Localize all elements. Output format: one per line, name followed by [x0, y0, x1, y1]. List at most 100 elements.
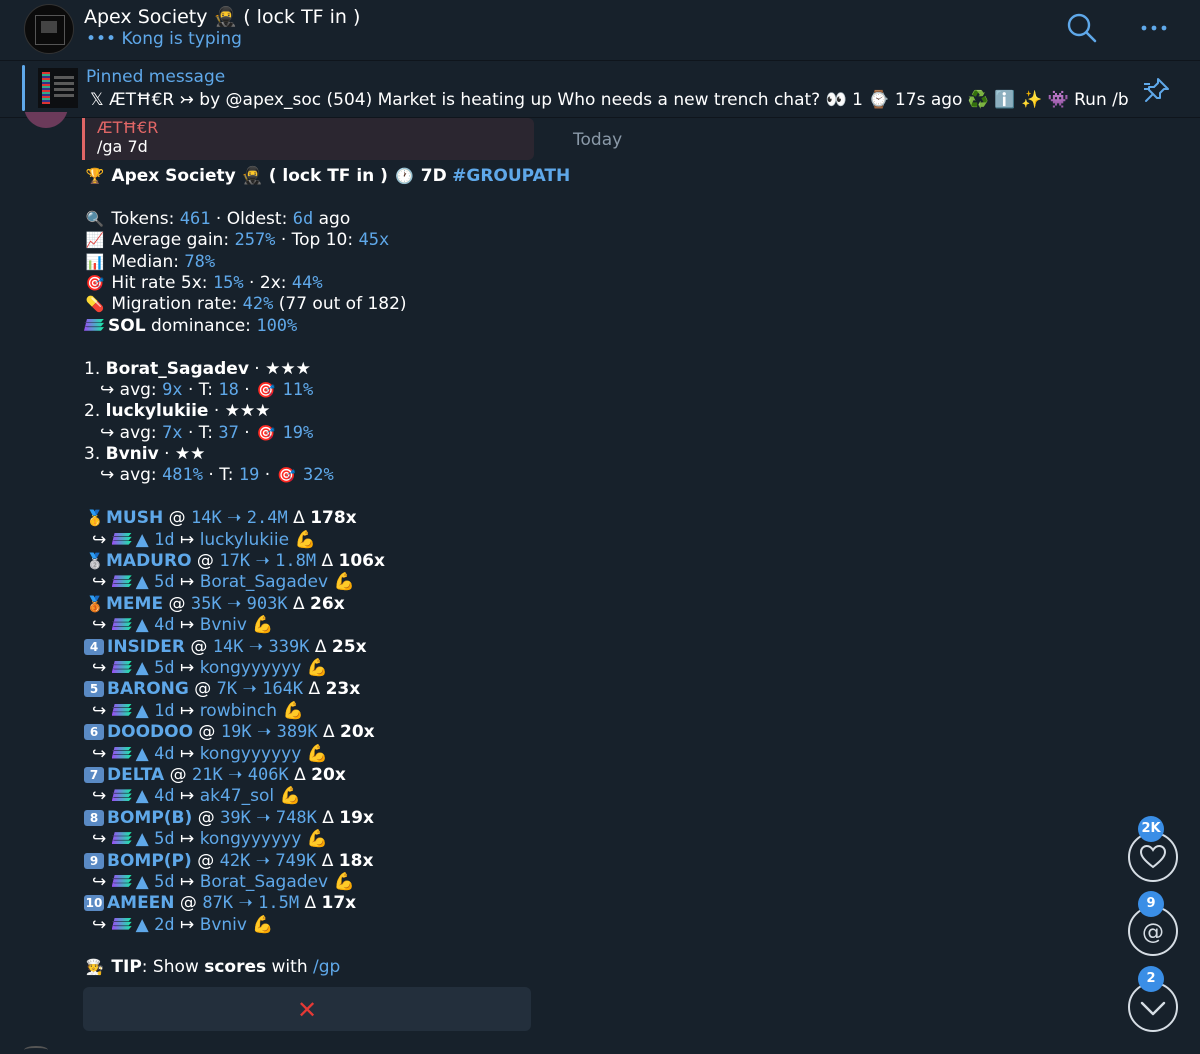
target-icon: 🎯 — [277, 466, 296, 485]
typing-status: ••• Kong is typing — [86, 29, 242, 49]
token-row: 🥇MUSH @ 14K ➝ 2.4M Δ 178x — [85, 508, 357, 529]
stat-hit-rate: 🎯 Hit rate 5x: 15% · 2x: 44% — [85, 272, 323, 293]
token-link[interactable]: DELTA — [107, 765, 164, 785]
caller-link[interactable]: Bvniv — [200, 915, 247, 935]
token-link[interactable]: BOMP(B) — [107, 808, 192, 828]
caller-link[interactable]: kongyyyyyy — [200, 829, 302, 849]
chart-up-icon: 📈 — [85, 231, 105, 250]
solana-icon — [111, 618, 132, 631]
token-link[interactable]: BARONG — [107, 679, 189, 699]
flexed-bicep-icon: 💪 — [294, 529, 316, 550]
next-avatar — [24, 1046, 48, 1054]
pinned-thumbnail — [38, 68, 78, 108]
token-detail: ↪ ▲ 5d ↦ kongyyyyyy 💪 — [92, 829, 328, 850]
star-rating: ★★ — [174, 444, 206, 465]
close-inline-button[interactable]: ✕ — [83, 987, 531, 1031]
chat-title[interactable]: Apex Society 🥷 ( lock TF in ) — [84, 5, 360, 28]
caller-ranking: 1. Borat_Sagadev · ★★★ ↪ avg: 9x · T: 18 … — [84, 359, 554, 487]
rank-keycap-icon: 7 — [84, 766, 104, 783]
chef-icon: 🧑‍🍳 — [85, 958, 105, 977]
flexed-bicep-icon: 💪 — [252, 615, 274, 636]
token-link[interactable]: MADURO — [106, 551, 192, 571]
flexed-bicep-icon: 💪 — [279, 786, 301, 807]
solana-icon — [111, 874, 132, 887]
date-separator: Today — [573, 130, 623, 150]
pinned-text: 𝕏 ÆTĦ€R ↣ by @apex_soc (504) Market is h… — [90, 90, 1129, 110]
caller-link[interactable]: Borat_Sagadev — [200, 872, 328, 892]
reactions-badge: 2K — [1138, 816, 1164, 842]
token-detail: ↪ ▲ 4d ↦ kongyyyyyy 💪 — [92, 743, 328, 764]
rank-keycap-icon: 9 — [84, 852, 104, 869]
rank-keycap-icon: 10 — [84, 895, 104, 912]
caller-link[interactable]: rowbinch — [200, 701, 277, 721]
token-row: 9 BOMP(P) @ 42K ➝ 749K Δ 18x — [84, 851, 554, 872]
stat-sol-dominance: SOL dominance: 100% — [84, 316, 554, 337]
token-detail: ↪ ▲ 5d ↦ Borat_Sagadev 💪 — [92, 871, 355, 892]
ranking-stats: ↪ avg: 9x · T: 18 · 🎯 11% — [100, 379, 314, 400]
close-icon: ✕ — [296, 996, 318, 1024]
caller-name[interactable]: Borat_Sagadev — [106, 359, 249, 379]
caller-link[interactable]: kongyyyyyy — [200, 658, 302, 678]
medal-icon: 🥉 — [85, 594, 105, 613]
token-row: 7 DELTA @ 21K ➝ 406K Δ 20x — [84, 765, 554, 786]
chat-header: Apex Society 🥷 ( lock TF in ) ••• Kong i… — [0, 0, 1200, 61]
solana-icon — [111, 789, 132, 802]
solana-icon — [111, 746, 132, 759]
group-avatar[interactable] — [24, 4, 74, 54]
stat-tokens: 🔍 Tokens: 461 · Oldest: 6d ago — [85, 208, 351, 229]
trophy-icon: 🏆 — [85, 167, 105, 185]
caller-name[interactable]: luckylukiie — [106, 401, 209, 421]
caller-link[interactable]: kongyyyyyy — [200, 744, 302, 764]
mentions-badge: 9 — [1138, 891, 1164, 917]
ranking-row: 3. Bvniv · ★★ — [84, 444, 206, 465]
tip-line: 🧑‍🍳 TIP: Show scores with /gp — [85, 957, 341, 978]
command-link[interactable]: /gp — [313, 957, 340, 977]
token-row: 6 DOODOO @ 19K ➝ 389K Δ 20x — [84, 722, 554, 743]
ranking-stats: ↪ avg: 7x · T: 37 · 🎯 19% — [100, 422, 314, 443]
pinned-list-icon[interactable] — [1140, 75, 1172, 107]
pinned-label: Pinned message — [86, 67, 226, 87]
token-link[interactable]: MEME — [106, 594, 163, 614]
message-body: 🏆 Apex Society 🥷 ( lock TF in ) 🕐 7D #GR… — [84, 166, 570, 979]
solana-icon — [111, 703, 132, 716]
token-detail: ↪ ▲ 2d ↦ Bvniv 💪 — [92, 914, 274, 935]
solana-icon — [111, 532, 132, 545]
ranking-row: 2. luckylukiie · ★★★ — [84, 401, 271, 422]
token-link[interactable]: DOODOO — [107, 722, 193, 742]
ranking-row: 1. Borat_Sagadev · ★★★ — [84, 358, 311, 379]
flexed-bicep-icon: 💪 — [306, 829, 328, 850]
solana-icon — [84, 318, 104, 331]
token-detail: ↪ ▲ 4d ↦ Bvniv 💪 — [92, 615, 274, 636]
target-icon: 🎯 — [256, 423, 276, 442]
flexed-bicep-icon: 💪 — [282, 700, 304, 721]
caller-link[interactable]: ak47_sol — [200, 786, 274, 806]
search-icon[interactable] — [1066, 12, 1098, 44]
hashtag-link[interactable]: #GROUPATH — [452, 166, 570, 186]
token-detail: ↪ ▲ 5d ↦ Borat_Sagadev 💪 — [92, 572, 355, 593]
flexed-bicep-icon: 💪 — [306, 657, 328, 678]
token-link[interactable]: AMEEN — [107, 893, 175, 913]
caller-name[interactable]: Bvniv — [106, 444, 159, 464]
token-detail: ↪ ▲ 1d ↦ rowbinch 💪 — [92, 700, 304, 721]
more-options-icon[interactable] — [1138, 12, 1170, 44]
token-link[interactable]: MUSH — [106, 508, 163, 528]
caller-link[interactable]: luckylukiie — [200, 530, 289, 550]
caller-link[interactable]: Bvniv — [200, 615, 247, 635]
reply-text: /ga 7d — [97, 137, 148, 156]
pinned-message-bar[interactable]: Pinned message 𝕏 ÆTĦ€R ↣ by @apex_soc (5… — [0, 61, 1200, 118]
token-link[interactable]: INSIDER — [107, 637, 185, 657]
token-row: 5 BARONG @ 7K ➝ 164K Δ 23x — [84, 679, 554, 700]
target-icon: 🎯 — [256, 380, 276, 399]
sender-avatar[interactable] — [24, 112, 68, 128]
typing-dots-icon: ••• — [86, 29, 117, 49]
token-row: 🥈MADURO @ 17K ➝ 1.8M Δ 106x — [85, 551, 385, 572]
bar-chart-icon: 📊 — [85, 252, 105, 271]
period: 7D — [420, 166, 447, 186]
target-icon: 🎯 — [85, 273, 105, 292]
reply-quote[interactable]: ÆTĦ€R /ga 7d — [82, 118, 534, 160]
token-row: 4 INSIDER @ 14K ➝ 339K Δ 25x — [84, 637, 554, 658]
token-row: 🥉MEME @ 35K ➝ 903K Δ 26x — [85, 593, 345, 614]
caller-link[interactable]: Borat_Sagadev — [200, 572, 328, 592]
token-link[interactable]: BOMP(P) — [107, 851, 192, 871]
magnifier-icon: 🔍 — [85, 209, 105, 228]
